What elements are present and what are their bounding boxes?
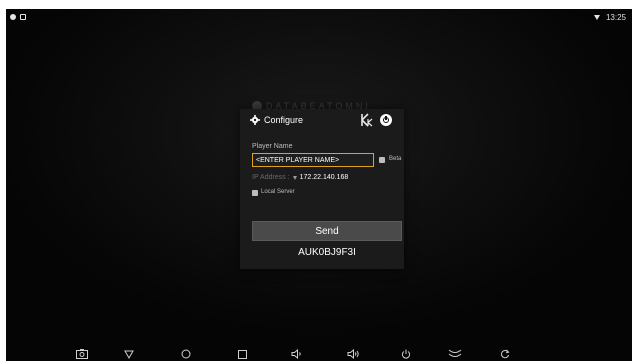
send-button[interactable]: Send <box>252 221 402 241</box>
beta-checkbox[interactable] <box>379 157 385 163</box>
notification-dot-icon <box>10 14 16 20</box>
dialog-title: Configure <box>264 115 304 125</box>
volume-down-icon[interactable] <box>289 347 305 361</box>
dialog-header: Configure <box>240 109 404 131</box>
ip-address-row[interactable]: IP Address : 172.22.140.168 <box>252 174 348 181</box>
refresh-power-icon[interactable] <box>380 114 392 126</box>
player-name-label: Player Name <box>252 143 293 150</box>
screenshot-icon[interactable] <box>74 347 90 361</box>
rotate-icon[interactable] <box>497 347 513 361</box>
ip-address-label: IP Address : <box>252 174 290 181</box>
kk-app-icon[interactable] <box>360 113 374 127</box>
dropdown-icon <box>292 175 297 180</box>
configure-dialog: Configure Player Name <ENTER PLAYER NAME… <box>240 109 404 269</box>
notification-square-icon <box>20 14 26 20</box>
local-server-checkbox[interactable] <box>252 190 258 196</box>
beta-label: Beta <box>389 156 402 162</box>
menu-icon[interactable] <box>447 347 463 361</box>
local-server-label: Local Server <box>261 189 295 195</box>
power-icon[interactable] <box>398 347 414 361</box>
device-code: AUK0BJ9F3I <box>298 247 356 258</box>
clock: 13:25 <box>605 12 626 22</box>
status-bar: 13:25 <box>6 9 632 25</box>
navigation-bar <box>6 347 632 361</box>
home-icon[interactable] <box>178 347 194 361</box>
gear-icon <box>250 115 260 125</box>
back-icon[interactable] <box>121 347 137 361</box>
player-name-input[interactable]: <ENTER PLAYER NAME> <box>252 153 374 167</box>
volume-up-icon[interactable] <box>345 347 361 361</box>
ip-address-value: 172.22.140.168 <box>299 174 349 181</box>
wifi-icon <box>593 14 600 20</box>
device-screen: 13:25 DATABEATOMNI Configure Player Name… <box>6 9 632 361</box>
recents-icon[interactable] <box>234 347 250 361</box>
